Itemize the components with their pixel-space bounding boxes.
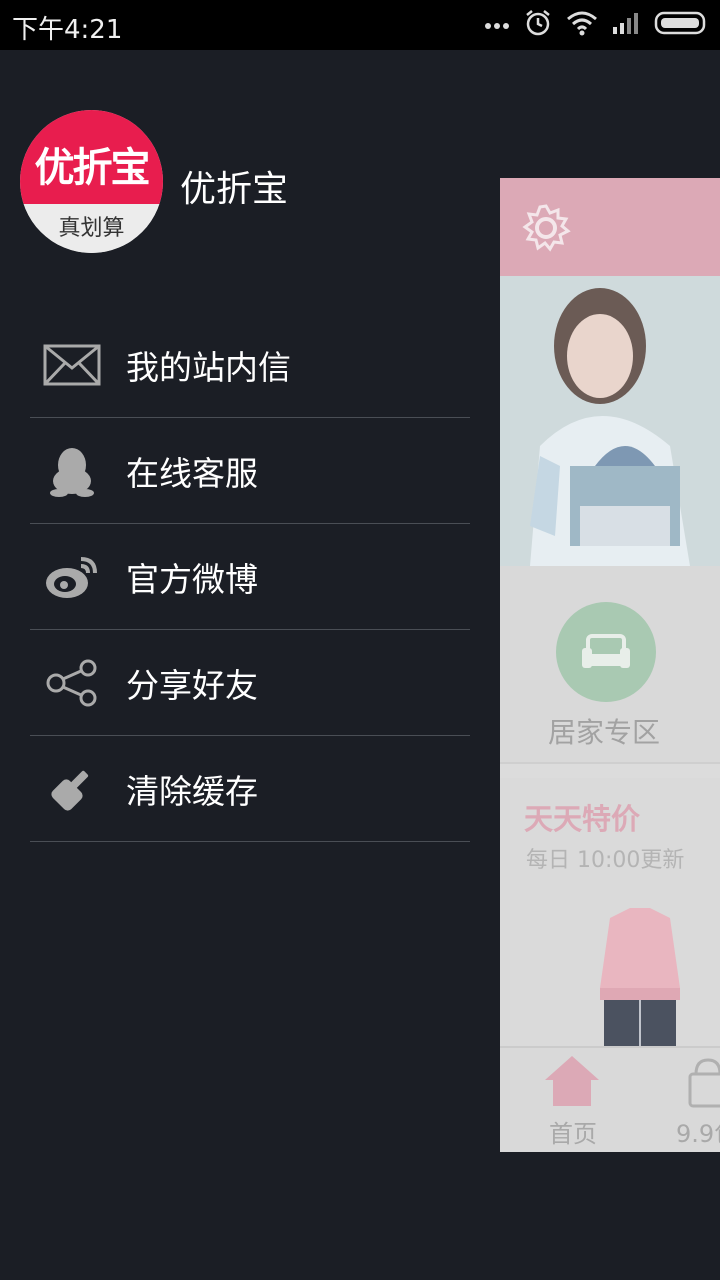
main-content-preview[interactable]: 居家专区 天天特价 每日 10:00更新 首页 9.9包 bbox=[500, 178, 720, 1152]
qq-penguin-icon bbox=[42, 441, 102, 501]
share-icon bbox=[42, 653, 102, 713]
deal-title: 天天特价 bbox=[524, 802, 641, 836]
settings-gear-icon[interactable] bbox=[520, 202, 572, 258]
more-dots-icon bbox=[484, 16, 510, 35]
app-logo[interactable]: 优折宝 真划算 bbox=[20, 110, 163, 253]
menu-item-messages[interactable]: 我的站内信 bbox=[30, 312, 470, 418]
status-icons bbox=[484, 10, 708, 40]
menu-label: 分享好友 bbox=[126, 665, 258, 705]
promo-banner-image[interactable] bbox=[500, 276, 720, 566]
battery-icon bbox=[654, 10, 708, 40]
tab-nine-label[interactable]: 9.9包 bbox=[676, 1114, 720, 1149]
product-image[interactable] bbox=[580, 908, 700, 1052]
menu-item-weibo[interactable]: 官方微博 bbox=[30, 524, 470, 630]
daily-deal-section[interactable]: 天天特价 每日 10:00更新 bbox=[500, 778, 720, 1048]
menu-label: 我的站内信 bbox=[126, 347, 291, 387]
menu-item-clear-cache[interactable]: 清除缓存 bbox=[30, 736, 470, 842]
mail-icon bbox=[42, 335, 102, 395]
tab-home-label[interactable]: 首页 bbox=[549, 1114, 597, 1149]
status-bar: 下午4:21 bbox=[0, 0, 720, 50]
bag-icon[interactable] bbox=[688, 1056, 720, 1112]
menu-item-share[interactable]: 分享好友 bbox=[30, 630, 470, 736]
menu-label: 官方微博 bbox=[126, 559, 258, 599]
logo-slogan-text: 真划算 bbox=[20, 204, 163, 253]
wifi-icon bbox=[566, 10, 598, 40]
alarm-icon bbox=[524, 9, 552, 41]
brush-icon bbox=[42, 759, 102, 819]
deal-subtitle: 每日 10:00更新 bbox=[526, 848, 685, 873]
sofa-icon bbox=[556, 602, 656, 702]
navigation-drawer: 优折宝 真划算 优折宝 我的站内信 在线客服 官方微博 分享好友 清除缓存 bbox=[0, 50, 500, 1280]
menu-item-customer-service[interactable]: 在线客服 bbox=[30, 418, 470, 524]
category-label: 居家专区 bbox=[548, 716, 661, 749]
logo-brand-text: 优折宝 bbox=[20, 110, 163, 204]
signal-icon bbox=[612, 11, 640, 39]
status-time: 下午4:21 bbox=[12, 15, 123, 45]
category-home[interactable]: 居家专区 bbox=[500, 566, 720, 764]
bottom-tab-bar: 首页 9.9包 bbox=[500, 1046, 720, 1152]
drawer-menu: 我的站内信 在线客服 官方微博 分享好友 清除缓存 bbox=[30, 312, 470, 842]
weibo-icon bbox=[42, 547, 102, 607]
app-name: 优折宝 bbox=[180, 169, 289, 210]
home-icon[interactable] bbox=[543, 1054, 601, 1112]
menu-label: 清除缓存 bbox=[126, 771, 258, 811]
menu-label: 在线客服 bbox=[126, 453, 258, 493]
preview-header bbox=[500, 178, 720, 276]
